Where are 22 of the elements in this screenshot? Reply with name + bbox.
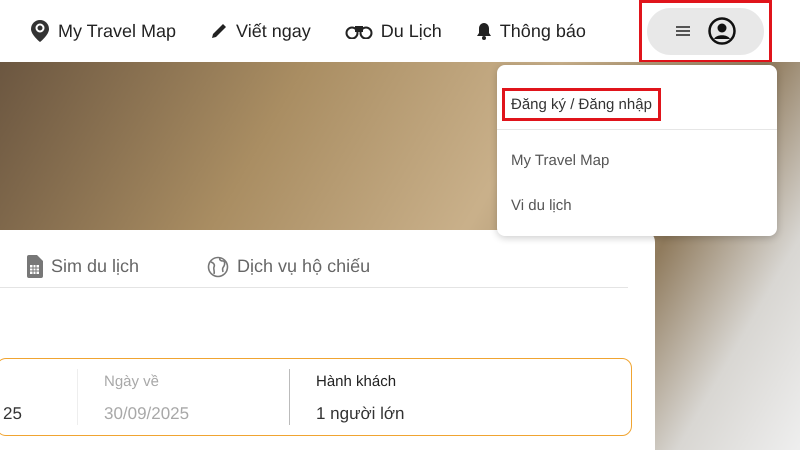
nav-link[interactable]: Du Lịch <box>344 20 442 42</box>
nav-link[interactable]: My Travel Map <box>30 19 176 43</box>
field-value[interactable]: 25 <box>3 404 63 424</box>
field-label: Ngày về <box>104 373 160 390</box>
nav-link[interactable]: Thông báo <box>476 20 586 42</box>
globe-icon <box>207 256 230 278</box>
user-icon <box>708 17 736 45</box>
nav-link[interactable]: Viết ngay <box>210 20 311 42</box>
field-label: Hành khách <box>316 373 398 390</box>
field-value[interactable]: 1 người lớn <box>316 404 516 424</box>
sim-card-icon <box>26 255 43 278</box>
menu-item[interactable]: My Travel Map <box>497 138 777 183</box>
service-tab[interactable]: Sim du lịch <box>26 246 140 287</box>
bell-icon <box>476 22 492 40</box>
pencil-icon <box>210 22 228 40</box>
menu-icon <box>676 26 690 36</box>
service-tab[interactable]: Dịch vụ hộ chiếu <box>207 246 370 287</box>
account-menu-button[interactable] <box>647 8 764 54</box>
map-pin-icon <box>30 19 50 43</box>
menu-item[interactable]: Đăng ký / Đăng nhập <box>502 88 661 120</box>
binoculars-icon <box>344 23 373 39</box>
menu-item[interactable]: Vi du lịch <box>497 183 777 228</box>
